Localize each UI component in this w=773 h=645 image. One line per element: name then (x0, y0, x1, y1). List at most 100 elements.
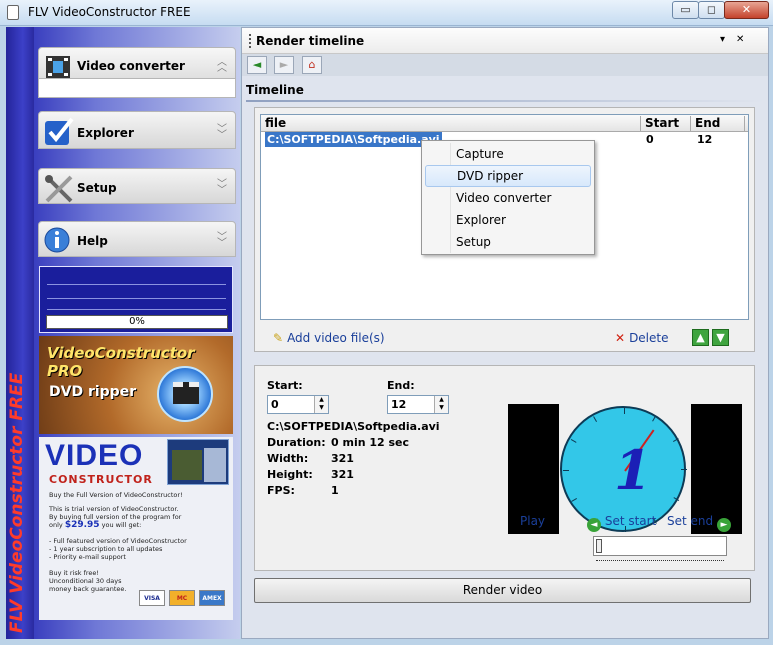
set-start-button[interactable]: ◄ Set start (587, 514, 656, 532)
chevron-up-icon[interactable]: ︿ ︿ (217, 58, 227, 74)
promo-text: This is trial version of VideoConstructo… (49, 505, 179, 513)
promo-pro-subtitle: DVD ripper (49, 384, 137, 400)
clock-tick (652, 415, 656, 422)
app-screenshot-thumbnail (167, 439, 229, 485)
clock-tick (593, 416, 597, 423)
clip-details-box: Start: 0 ▲ ▼ End: 12 ▲ ▼ C:\SOFTPEDIA\Softpe… (254, 365, 755, 571)
row-end: 12 (697, 133, 713, 146)
render-video-button[interactable]: Render video (254, 578, 751, 603)
section-title: Timeline (246, 83, 304, 97)
end-label: End: (387, 379, 415, 392)
panel-dropdown-button[interactable]: ▾ (720, 34, 725, 45)
slider-thumb[interactable] (596, 539, 602, 553)
nav-help[interactable]: Help ﹀ ﹀ (38, 221, 236, 257)
title-bar: FLV VideoConstructor FREE ▭ ◻ ✕ (0, 0, 773, 26)
back-button[interactable]: ◄ (247, 56, 267, 74)
start-label: Start: (267, 379, 303, 392)
arrow-left-icon: ◄ (587, 518, 601, 532)
progress-bar: 0% (46, 315, 228, 329)
window-title: FLV VideoConstructor FREE (28, 5, 191, 19)
position-slider[interactable] (593, 536, 727, 561)
promo-pro-banner[interactable]: VideoConstructor PRO DVD ripper (39, 336, 233, 434)
filename-value: C:\SOFTPEDIA\Softpedia.avi (267, 420, 440, 433)
nav-label: Explorer (77, 126, 134, 140)
delete-button[interactable]: ✕ Delete (615, 331, 669, 345)
forward-button[interactable]: ► (274, 56, 294, 74)
start-stepper[interactable]: 0 ▲ ▼ (267, 395, 329, 414)
row-file[interactable]: C:\SOFTPEDIA\Softpedia.avi (265, 132, 442, 147)
divider (246, 100, 764, 102)
menu-item-explorer[interactable]: Explorer (425, 209, 591, 231)
promo-price-line: only $29.95 you will get: (49, 520, 142, 530)
end-stepper[interactable]: 12 ▲ ▼ (387, 395, 449, 414)
fps-value: 1 (331, 484, 339, 497)
clock-tick (673, 497, 680, 501)
clapperboard-icon (173, 382, 199, 404)
column-header-start[interactable]: Start (641, 116, 691, 132)
preview-frame-number: 1 (614, 438, 652, 502)
height-label: Height: (267, 468, 313, 481)
minimize-button[interactable]: ▭ (672, 1, 699, 19)
nav-label: Video converter (77, 59, 185, 73)
promo-text: Buy it risk free! (49, 569, 100, 577)
nav-setup[interactable]: Setup ﹀ ﹀ (38, 168, 236, 204)
left-pane: Video converter ︿ ︿ Explorer ﹀ ﹀ Setup ﹀ ﹀ … (34, 27, 240, 639)
brand-vertical-text: FLV VideoConstructor FREE (7, 372, 27, 633)
close-button[interactable]: ✕ (724, 1, 769, 19)
duration-label: Duration: (267, 436, 326, 449)
spin-arrows-icon[interactable]: ▲ ▼ (314, 396, 328, 413)
nav-explorer[interactable]: Explorer ﹀ ﹀ (38, 111, 236, 149)
height-value: 321 (331, 468, 354, 481)
promo-price: $29.95 (64, 520, 100, 530)
add-file-icon: ✎ (273, 331, 284, 345)
panel-header: Render timeline ▾ ✕ (242, 28, 768, 54)
toolbar: ◄ ► ⌂ (242, 54, 768, 76)
promo-ad[interactable]: VIDEO CONSTRUCTOR Buy the Full Version o… (39, 437, 233, 620)
width-label: Width: (267, 452, 309, 465)
progress-panel: 0% (39, 266, 233, 333)
add-video-button[interactable]: ✎ Add video file(s) (273, 331, 385, 345)
set-end-button[interactable]: Set end ► (667, 514, 731, 532)
panel-title: Render timeline (256, 34, 365, 48)
context-menu: Capture DVD ripper Video converter Explo… (421, 140, 595, 255)
app-icon (7, 5, 19, 20)
row-start: 0 (646, 133, 654, 146)
promo-text: - Full featured version of VideoConstruc… (49, 537, 187, 545)
menu-item-video-converter[interactable]: Video converter (425, 187, 591, 209)
maximize-button[interactable]: ◻ (698, 1, 725, 19)
tools-icon (43, 173, 75, 205)
panel-close-button[interactable]: ✕ (736, 34, 744, 45)
clock-tick (624, 408, 625, 414)
drag-grip-icon[interactable] (249, 34, 252, 48)
promo-text: Unconditional 30 days (49, 577, 122, 585)
column-header-file[interactable]: file (261, 116, 641, 132)
visa-card-icon: VISA (139, 590, 165, 606)
nav-sub-area (38, 79, 236, 98)
chevron-down-icon[interactable]: ﹀ ﹀ (217, 125, 227, 141)
grid-header: file Start End (261, 115, 748, 132)
promo-text: - 1 year subscription to all updates (49, 545, 163, 553)
spin-arrows-icon[interactable]: ▲ ▼ (434, 396, 448, 413)
brand-strip: FLV VideoConstructor FREE (6, 27, 34, 639)
move-down-button[interactable]: ▼ (712, 329, 729, 346)
nav-video-converter[interactable]: Video converter ︿ ︿ (38, 47, 236, 79)
menu-item-setup[interactable]: Setup (425, 231, 591, 253)
payment-cards: VISA MC AMEX (139, 589, 229, 606)
info-icon (43, 226, 75, 258)
promo-text: - Priority e-mail support (49, 553, 126, 561)
chevron-down-icon[interactable]: ﹀ ﹀ (217, 180, 227, 196)
clock-tick (571, 498, 578, 502)
checkmark-icon (43, 116, 75, 148)
width-value: 321 (331, 452, 354, 465)
amex-card-icon: AMEX (199, 590, 225, 606)
play-button[interactable]: Play (520, 514, 545, 528)
move-up-button[interactable]: ▲ (692, 329, 709, 346)
nav-label: Setup (77, 181, 117, 195)
home-button[interactable]: ⌂ (302, 56, 322, 74)
chevron-down-icon[interactable]: ﹀ ﹀ (217, 233, 227, 249)
menu-item-dvd-ripper[interactable]: DVD ripper (425, 165, 591, 187)
column-header-end[interactable]: End (691, 116, 745, 132)
file-actions: ✎ Add video file(s) ✕ Delete ▲ ▼ (255, 324, 754, 352)
menu-item-capture[interactable]: Capture (425, 143, 591, 165)
clock-tick (681, 469, 687, 470)
